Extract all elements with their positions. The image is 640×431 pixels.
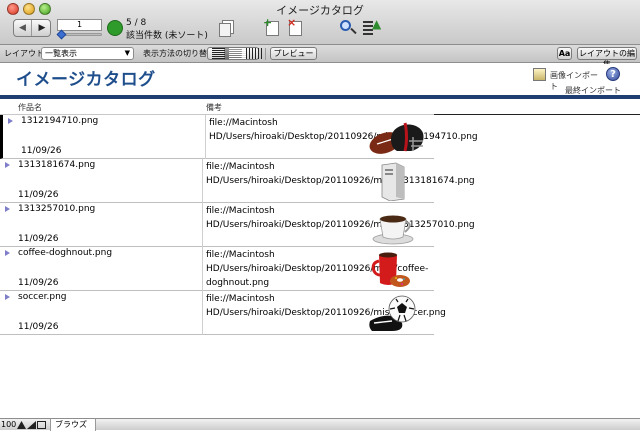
new-record-icon[interactable]: +: [263, 16, 282, 37]
image-import-icon: [533, 68, 546, 81]
column-header-note: 備考: [206, 103, 222, 112]
status-bar: 100 ブラウズ: [0, 418, 640, 431]
mug-donut-image[interactable]: [362, 249, 424, 289]
row-marker: [5, 206, 10, 212]
find-icon[interactable]: [339, 19, 357, 37]
column-header-name: 作品名: [18, 103, 42, 112]
zoom-level[interactable]: 100: [1, 420, 16, 429]
layout-select[interactable]: 一覧表示 ▼: [41, 47, 134, 60]
column-divider: [205, 115, 206, 159]
body-part-boundary: [434, 114, 640, 115]
column-divider: [202, 159, 203, 203]
table-view-button[interactable]: [242, 48, 263, 59]
file-date[interactable]: 11/09/26: [18, 322, 58, 332]
file-date[interactable]: 11/09/26: [21, 146, 61, 156]
chevron-down-icon: ▼: [124, 49, 130, 57]
file-note[interactable]: file://Macintosh HD/Users/hiroaki/Deskto…: [206, 248, 428, 290]
file-note[interactable]: file://Macintosh HD/Users/hiroaki/Deskto…: [206, 204, 475, 232]
preview-button[interactable]: プレビュー: [270, 47, 317, 60]
title-toolbar: イメージカタログ ◀ ▶ 1 5 / 8 該当件数 (未ソート) + × ▲: [0, 0, 640, 45]
column-divider: [202, 247, 203, 291]
current-record-marker: [8, 118, 13, 124]
view-switch: [207, 47, 263, 60]
table-row[interactable]: 1312194710.png 11/09/26 file://Macintosh…: [0, 115, 478, 159]
file-name[interactable]: soccer.png: [18, 292, 67, 302]
form-view-button[interactable]: [208, 48, 229, 59]
show-all-records-icon[interactable]: [219, 19, 237, 37]
previous-record-icon[interactable]: ◀: [14, 20, 32, 36]
help-icon[interactable]: ?: [606, 67, 620, 81]
app-window: イメージカタログ ◀ ▶ 1 5 / 8 該当件数 (未ソート) + × ▲ レ…: [0, 0, 640, 431]
coffee-cup-image[interactable]: [362, 205, 424, 245]
next-record-icon[interactable]: ▶: [33, 20, 51, 36]
record-slider-knob[interactable]: [56, 29, 67, 40]
toggle-status-toolbar-icon[interactable]: [37, 421, 46, 429]
found-status: 該当件数 (未ソート): [126, 31, 208, 41]
table-view-icon: [246, 48, 263, 59]
file-note[interactable]: file://Macintosh HD/Users/hiroaki/Deskto…: [209, 116, 478, 144]
toolbar-separator: [265, 48, 266, 60]
file-date[interactable]: 11/09/26: [18, 190, 58, 200]
record-count: 5 / 8: [126, 18, 147, 28]
file-date[interactable]: 11/09/26: [18, 278, 58, 288]
list-view-button[interactable]: [225, 48, 246, 59]
layout-bar: レイアウト: 一覧表示 ▼ 表示方法の切り替え: プレビュー Aa レイアウトの…: [0, 45, 640, 69]
file-note[interactable]: file://Macintosh HD/Users/hiroaki/Deskto…: [206, 160, 475, 188]
record-number-input[interactable]: 1: [57, 19, 102, 31]
mode-indicator[interactable]: ブラウズ: [50, 419, 96, 431]
header-band: [0, 95, 640, 99]
table-row[interactable]: 1313181674.png 11/09/26 file://Macintosh…: [0, 159, 475, 203]
server-tower-image[interactable]: [362, 161, 424, 201]
layout-select-value: 一覧表示: [45, 49, 77, 58]
table-row[interactable]: 1313257010.png 11/09/26 file://Macintosh…: [0, 203, 475, 247]
image-import-button[interactable]: 画像インポート: [533, 68, 605, 91]
window-title: イメージカタログ: [276, 4, 364, 17]
helmet-football-image[interactable]: [365, 117, 427, 157]
text-formatting-button[interactable]: Aa: [557, 47, 572, 60]
sort-icon[interactable]: ▲: [363, 17, 381, 37]
row-marker: [5, 250, 10, 256]
table-row[interactable]: coffee-doghnout.png 11/09/26 file://Maci…: [0, 247, 434, 291]
record-navigator: ◀ ▶: [13, 19, 51, 37]
file-note[interactable]: file://Macintosh HD/Users/hiroaki/Deskto…: [206, 292, 446, 320]
table-row[interactable]: soccer.png 11/09/26 file://Macintosh HD/…: [0, 291, 446, 335]
zoom-out-icon[interactable]: [17, 421, 26, 429]
file-name[interactable]: 1313181674.png: [18, 160, 95, 170]
zoom-in-icon[interactable]: [27, 421, 36, 429]
page-title: イメージカタログ: [16, 70, 156, 90]
edit-layout-button[interactable]: レイアウトの編集: [577, 47, 637, 69]
file-name[interactable]: 1312194710.png: [21, 116, 98, 126]
file-date[interactable]: 11/09/26: [18, 234, 58, 244]
file-name[interactable]: coffee-doghnout.png: [18, 248, 112, 258]
column-divider: [202, 203, 203, 247]
row-marker: [5, 162, 10, 168]
row-marker: [5, 294, 10, 300]
soccer-ball-cleat-image[interactable]: [362, 293, 424, 333]
list-content: イメージカタログ 画像インポート ? 最終インポート 作品名 備考 131219…: [0, 64, 640, 418]
found-set-pie-icon[interactable]: [107, 20, 123, 36]
column-divider: [202, 291, 203, 335]
file-name[interactable]: 1313257010.png: [18, 204, 95, 214]
delete-record-icon[interactable]: ×: [287, 16, 305, 37]
